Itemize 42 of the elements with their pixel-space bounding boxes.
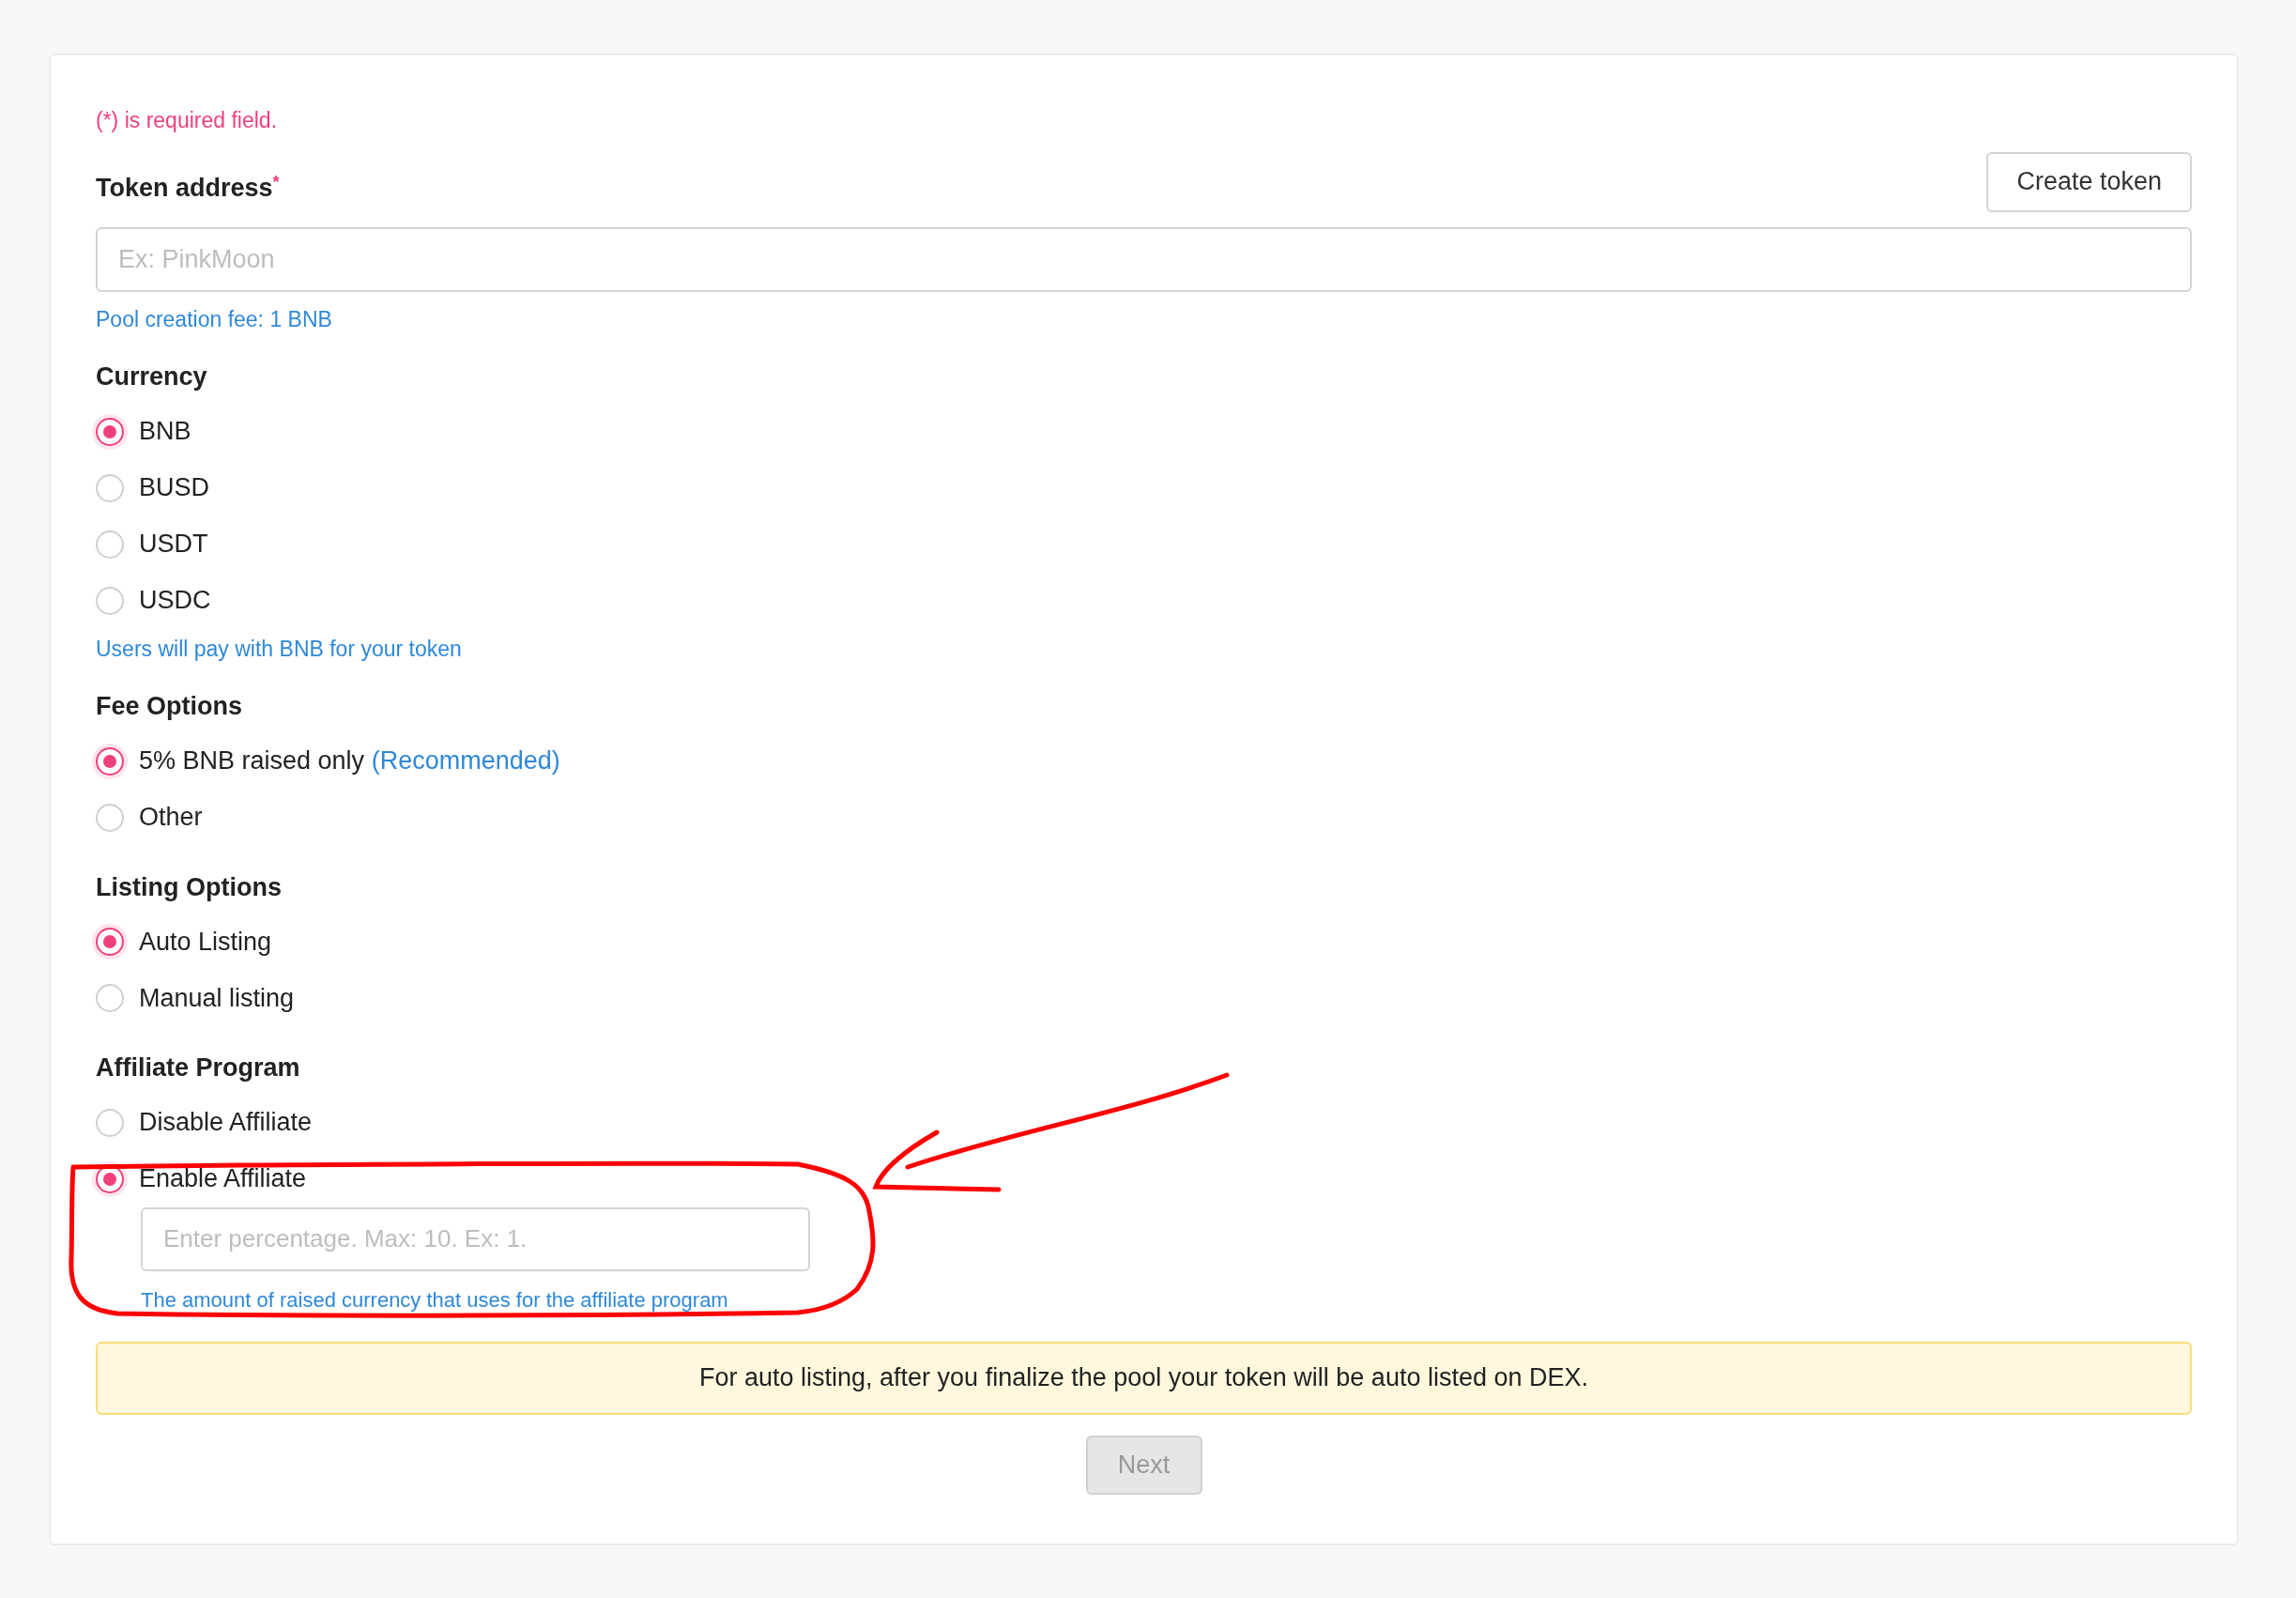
radio-option[interactable]: 5% BNB raised only (Recommended) [96,732,2192,790]
section-title: Currency [96,361,208,392]
option-label: USDT [139,529,208,561]
radio-option[interactable]: Disable Affiliate [96,1094,2192,1151]
radio-option[interactable]: BNB [96,403,2192,460]
option-label: Disable Affiliate [139,1107,313,1139]
option-label: Enable Affiliate [139,1163,307,1195]
radio-option[interactable]: USDT [96,515,2192,573]
radio-button[interactable] [96,984,124,1012]
field-hint: The amount of raised currency that uses for the affiliate program [141,1286,729,1314]
radio-option[interactable]: Manual listing [96,970,2192,1026]
radio-button[interactable] [96,803,124,832]
radio-option[interactable]: Enable Affiliate [96,1150,2192,1207]
section-title: Fee Options [96,691,243,722]
radio-option[interactable]: Auto Listing [96,914,2192,970]
option-label: BUSD [139,472,209,504]
notice-banner: For auto listing, after you finalize the pool your token will be auto listed on DEX. [96,1341,2192,1415]
currency-hint: Users will pay with BNB for your token [96,635,463,663]
create-token-button[interactable]: Create token [1986,151,2192,212]
radio-option[interactable]: Other [96,789,2192,846]
option-label: Other [139,802,203,834]
option-label: Auto Listing [139,926,272,958]
fee-hint: Pool creation fee: 1 BNB [96,305,333,333]
radio-option[interactable]: USDC [96,572,2192,629]
radio-button[interactable] [96,928,124,956]
radio-button[interactable] [96,473,124,502]
percentage-input[interactable]: Enter percentage. Max: 10. Ex: 1. [141,1206,810,1271]
option-label: BNB [139,416,191,448]
radio-button[interactable] [96,417,124,446]
section-title: Listing Options [96,871,283,903]
token-address-input[interactable]: Ex: PinkMoon [96,226,2192,292]
option-label: 5% BNB raised only (Recommended) [139,745,560,777]
option-label: USDC [139,585,211,617]
section-title: Affiliate Program [96,1053,301,1083]
radio-button[interactable] [96,586,124,615]
field-label: Token address$^{*}$ [96,171,280,204]
radio-button[interactable] [96,1108,124,1137]
required-note: (*) is required field. [96,107,279,134]
option-label: Manual listing [139,982,295,1014]
radio-option[interactable]: BUSD [96,459,2192,516]
radio-button[interactable] [96,530,124,559]
radio-button[interactable] [96,746,124,776]
